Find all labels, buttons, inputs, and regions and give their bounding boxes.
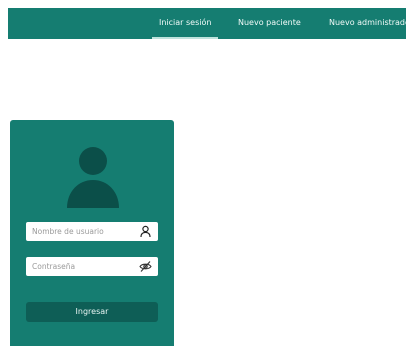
- username-input[interactable]: [32, 222, 132, 241]
- password-field[interactable]: [26, 257, 158, 276]
- username-field[interactable]: [26, 222, 158, 241]
- top-navbar: Iniciar sesión Nuevo paciente Nuevo admi…: [8, 8, 406, 39]
- password-input[interactable]: [32, 257, 132, 276]
- nav-login[interactable]: Iniciar sesión: [152, 8, 219, 39]
- user-icon: [140, 225, 151, 238]
- login-submit-button[interactable]: Ingresar: [26, 302, 158, 322]
- eye-off-icon[interactable]: [139, 260, 152, 273]
- nav-new-patient[interactable]: Nuevo paciente: [238, 8, 301, 39]
- user-avatar-icon: [67, 147, 119, 208]
- login-card: Ingresar: [10, 120, 174, 346]
- nav-new-admin[interactable]: Nuevo administrador: [329, 8, 406, 39]
